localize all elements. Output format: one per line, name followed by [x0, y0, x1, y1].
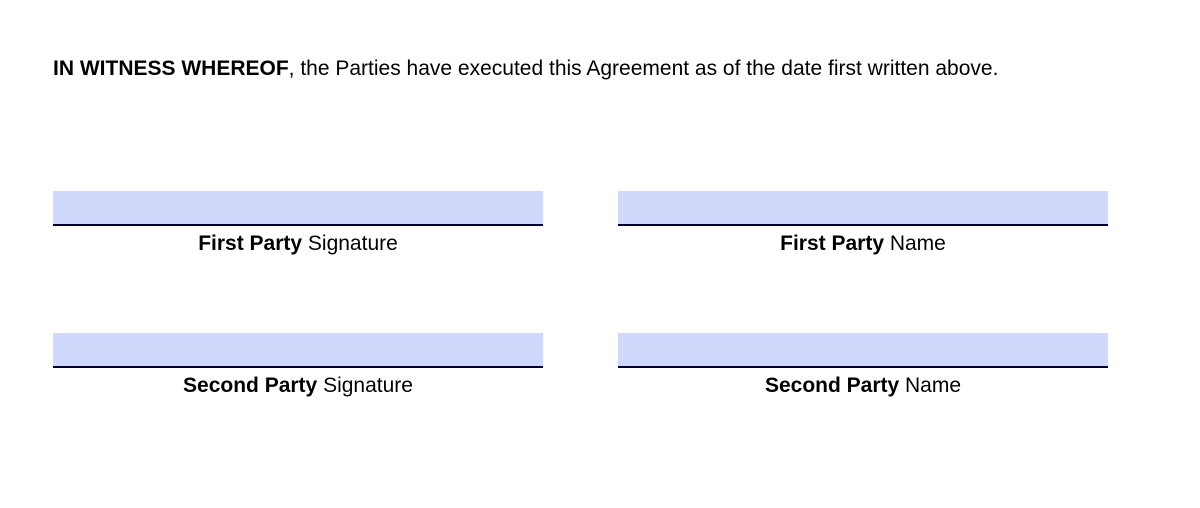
first-party-signature-field[interactable]: [53, 191, 543, 226]
first-party-name-label-suffix: Name: [884, 232, 946, 255]
second-party-signature-label-bold: Second Party: [183, 374, 318, 397]
second-party-signature-label: Second Party Signature: [53, 372, 543, 400]
witness-clause: IN WITNESS WHEREOF, the Parties have exe…: [53, 54, 998, 84]
first-party-name-label: First Party Name: [618, 230, 1108, 258]
second-party-name-block: Second Party Name: [618, 333, 1108, 400]
second-party-signature-field[interactable]: [53, 333, 543, 368]
first-party-name-field[interactable]: [618, 191, 1108, 226]
second-party-signature-label-suffix: Signature: [317, 374, 413, 397]
second-party-name-label-bold: Second Party: [764, 374, 900, 397]
second-party-name-label-suffix: Name: [899, 374, 962, 397]
second-party-name-field[interactable]: [618, 333, 1108, 368]
first-party-signature-label: First Party Signature: [53, 230, 543, 258]
first-party-signature-label-bold: First Party: [198, 232, 303, 255]
witness-clause-heading: IN WITNESS WHEREOF: [53, 57, 289, 80]
second-party-signature-block: Second Party Signature: [53, 333, 543, 400]
second-party-name-label: Second Party Name: [618, 372, 1108, 400]
first-party-name-label-bold: First Party: [780, 232, 884, 255]
first-party-name-block: First Party Name: [618, 191, 1108, 258]
first-party-signature-block: First Party Signature: [53, 191, 543, 258]
witness-clause-text: , the Parties have executed this Agreeme…: [288, 57, 999, 80]
first-party-signature-label-suffix: Signature: [302, 232, 398, 255]
